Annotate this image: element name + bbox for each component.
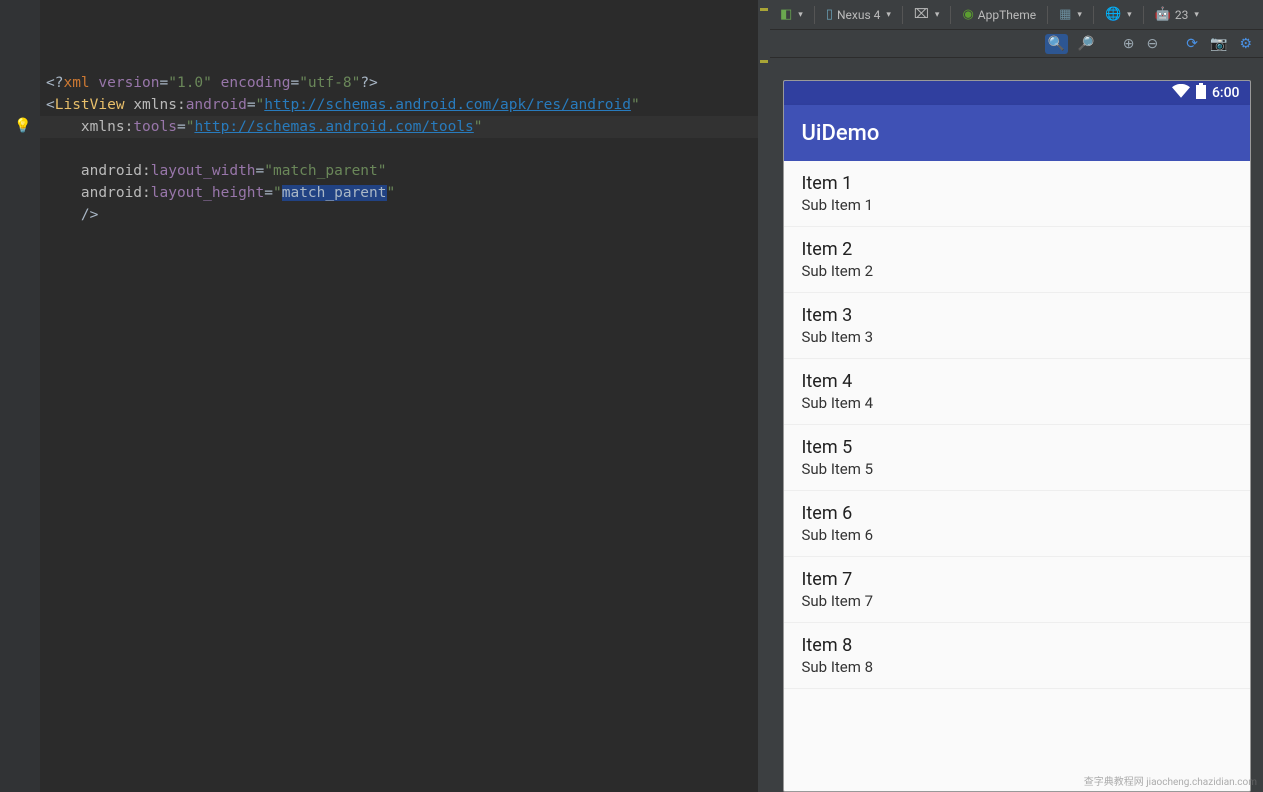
list-item-subtitle: Sub Item 7	[802, 592, 1232, 610]
list-item-subtitle: Sub Item 3	[802, 328, 1232, 346]
battery-icon	[1196, 83, 1206, 103]
list-item-title: Item 1	[802, 173, 1232, 194]
chevron-down-icon: ▾	[886, 10, 891, 20]
lightbulb-icon[interactable]: 💡	[14, 118, 31, 134]
code-editor-pane: 💡 <?xml version="1.0" encoding="utf-8"?>…	[0, 0, 770, 792]
globe-icon: 🌐	[1105, 7, 1121, 22]
device-dropdown[interactable]: ▯ Nexus 4 ▾	[822, 5, 895, 24]
separator	[1093, 6, 1094, 24]
theme-icon: ◉	[962, 7, 973, 22]
settings-button[interactable]: ⚙	[1236, 34, 1255, 54]
layout-icon: ▦	[1059, 7, 1071, 22]
list-item[interactable]: Item 4 Sub Item 4	[784, 359, 1250, 425]
screenshot-button[interactable]: 📷	[1207, 34, 1230, 54]
separator	[902, 6, 903, 24]
theme-dropdown[interactable]: ◉ AppTheme	[958, 5, 1040, 24]
list-item-title: Item 6	[802, 503, 1232, 524]
list-item-title: Item 7	[802, 569, 1232, 590]
list-item-subtitle: Sub Item 6	[802, 526, 1232, 544]
wifi-icon	[1172, 84, 1190, 102]
warning-marker[interactable]	[760, 8, 768, 11]
list-item-subtitle: Sub Item 8	[802, 658, 1232, 676]
android-icon: 🤖	[1155, 7, 1171, 22]
warning-marker[interactable]	[760, 60, 768, 63]
list-item[interactable]: Item 6 Sub Item 6	[784, 491, 1250, 557]
list-item[interactable]: Item 8 Sub Item 8	[784, 623, 1250, 689]
separator	[814, 6, 815, 24]
locale-dropdown[interactable]: 🌐 ▾	[1101, 5, 1136, 24]
refresh-button[interactable]: ⟳	[1183, 34, 1201, 54]
chevron-down-icon: ▾	[935, 10, 940, 20]
watermark: 查字典教程网 jiaocheng.chazidian.com	[1084, 773, 1257, 788]
status-bar: 6:00	[784, 81, 1250, 105]
chevron-down-icon: ▾	[1194, 10, 1199, 20]
list-item-title: Item 3	[802, 305, 1232, 326]
status-time: 6:00	[1212, 85, 1240, 101]
code-area[interactable]: <?xml version="1.0" encoding="utf-8"?> <…	[40, 0, 770, 792]
device-icon: ▯	[826, 7, 833, 22]
app-bar: UiDemo	[784, 105, 1250, 161]
list-item-subtitle: Sub Item 2	[802, 262, 1232, 280]
preview-zoom-toolbar: 🔍 🔎 ⊕ ⊖ ⟳ 📷 ⚙	[770, 30, 1263, 58]
chevron-down-icon: ▾	[1077, 10, 1082, 20]
zoom-out-button[interactable]: ⊖	[1144, 34, 1162, 54]
list-item-title: Item 4	[802, 371, 1232, 392]
list-item[interactable]: Item 5 Sub Item 5	[784, 425, 1250, 491]
separator	[950, 6, 951, 24]
device-frame: 6:00 UiDemo Item 1 Sub Item 1 Item 2 Sub It…	[783, 80, 1251, 792]
zoom-in-button[interactable]: ⊕	[1120, 34, 1138, 54]
config-dropdown[interactable]: ◧ ▾	[776, 5, 807, 24]
api-label: 23	[1175, 8, 1189, 22]
device-preview-wrapper: 6:00 UiDemo Item 1 Sub Item 1 Item 2 Sub It…	[770, 58, 1263, 792]
api-dropdown[interactable]: 🤖 23 ▾	[1151, 5, 1203, 24]
preview-pane: ◧ ▾ ▯ Nexus 4 ▾ ⌧ ▾ ◉ AppTheme ▦ ▾ 🌐 ▾	[770, 0, 1263, 792]
list-item[interactable]: Item 1 Sub Item 1	[784, 161, 1250, 227]
list-view[interactable]: Item 1 Sub Item 1 Item 2 Sub Item 2 Item 3 Su…	[784, 161, 1250, 791]
list-item-title: Item 5	[802, 437, 1232, 458]
list-item-title: Item 2	[802, 239, 1232, 260]
device-label: Nexus 4	[837, 8, 880, 22]
layout-dropdown[interactable]: ▦ ▾	[1055, 5, 1086, 24]
gutter: 💡	[0, 0, 40, 792]
zoom-actual-button[interactable]: 🔎	[1074, 34, 1097, 54]
list-item-subtitle: Sub Item 1	[802, 196, 1232, 214]
theme-label: AppTheme	[978, 8, 1036, 22]
list-item[interactable]: Item 3 Sub Item 3	[784, 293, 1250, 359]
list-item-subtitle: Sub Item 5	[802, 460, 1232, 478]
list-item[interactable]: Item 2 Sub Item 2	[784, 227, 1250, 293]
list-item[interactable]: Item 7 Sub Item 7	[784, 557, 1250, 623]
separator	[1143, 6, 1144, 24]
app-title: UiDemo	[802, 121, 880, 146]
separator	[1047, 6, 1048, 24]
list-item-subtitle: Sub Item 4	[802, 394, 1232, 412]
chevron-down-icon: ▾	[798, 10, 803, 20]
list-item-title: Item 8	[802, 635, 1232, 656]
orientation-icon: ⌧	[914, 7, 929, 22]
orientation-dropdown[interactable]: ⌧ ▾	[910, 5, 944, 24]
chevron-down-icon: ▾	[1127, 10, 1132, 20]
zoom-fit-button[interactable]: 🔍	[1045, 34, 1068, 54]
palette-icon: ◧	[780, 7, 792, 22]
preview-config-toolbar: ◧ ▾ ▯ Nexus 4 ▾ ⌧ ▾ ◉ AppTheme ▦ ▾ 🌐 ▾	[770, 0, 1263, 30]
